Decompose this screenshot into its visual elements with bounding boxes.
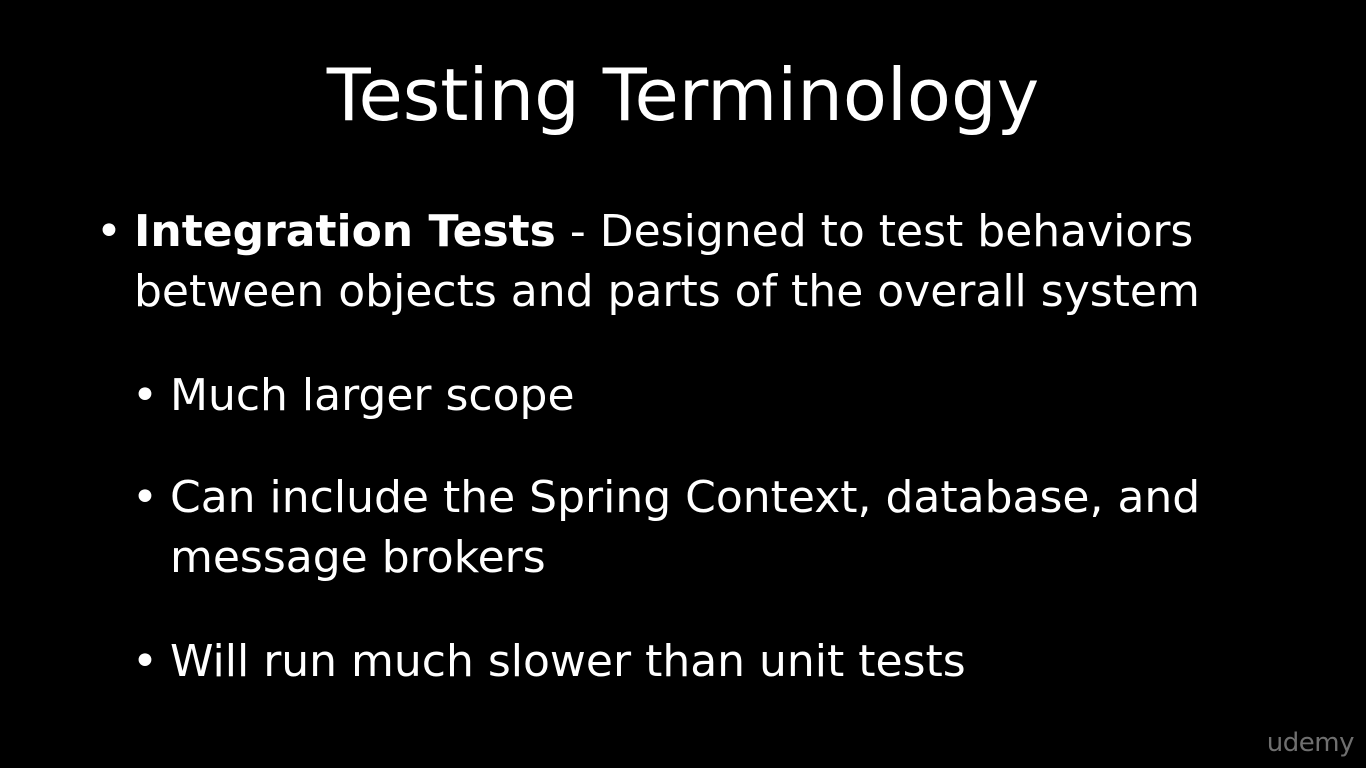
slide-title: Testing Terminology: [326, 53, 1040, 137]
bullet-dot-icon: •: [132, 370, 158, 421]
sub-bullet-text: Can include the Spring Context, database…: [170, 468, 1200, 588]
term-definition-start: Designed to test behaviors: [599, 206, 1194, 257]
sub-bullet: • Much larger scope: [132, 366, 575, 426]
sub-bullet: • Can include the Spring Context, databa…: [132, 468, 1200, 588]
sub-bullet-line-2: message brokers: [170, 532, 546, 583]
bullet-dot-icon: •: [132, 472, 158, 523]
main-bullet-text: Integration Tests - Designed to test beh…: [134, 202, 1200, 322]
udemy-watermark-logo: udemy: [1266, 728, 1355, 758]
sub-bullet-text: Will run much slower than unit tests: [170, 636, 966, 687]
bullet-dot-icon: •: [96, 206, 122, 257]
main-bullet-line-1: Integration Tests - Designed to test beh…: [134, 202, 1200, 262]
main-bullet-line-2: between objects and parts of the overall…: [134, 266, 1200, 317]
term-separator: -: [555, 206, 600, 257]
term-heading: Integration Tests: [134, 206, 556, 257]
slide: Testing Terminology • Integration Tests …: [0, 0, 1366, 768]
main-bullet: • Integration Tests - Designed to test b…: [96, 202, 1200, 322]
sub-bullet-text: Much larger scope: [170, 370, 575, 421]
sub-bullet-line-1: Can include the Spring Context, database…: [170, 472, 1201, 523]
bullet-dot-icon: •: [132, 636, 158, 687]
sub-bullet: • Will run much slower than unit tests: [132, 632, 966, 692]
